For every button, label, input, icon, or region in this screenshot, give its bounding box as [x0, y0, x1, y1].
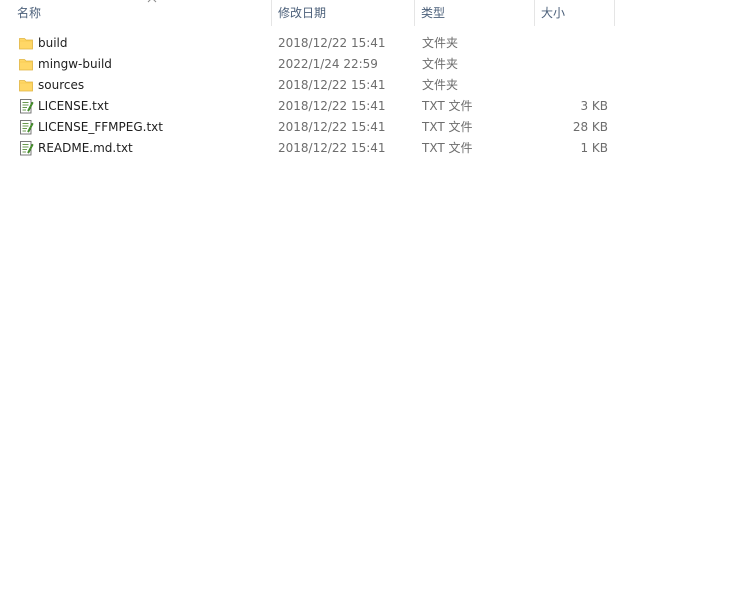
- column-header-date-label: 修改日期: [278, 6, 327, 20]
- text-file-icon: [18, 140, 34, 156]
- folder-icon: [18, 56, 34, 72]
- column-header-date[interactable]: 修改日期: [272, 0, 415, 26]
- file-modified-date: 2018/12/22 15:41: [278, 36, 386, 50]
- file-row[interactable]: LICENSE_FFMPEG.txt 2018/12/22 15:41 TXT 文件…: [0, 117, 733, 138]
- column-header-type[interactable]: 类型: [415, 0, 535, 26]
- folder-icon: [18, 77, 34, 93]
- folder-icon: [18, 35, 34, 51]
- column-header-name[interactable]: 名称: [11, 0, 272, 26]
- file-type: TXT 文件: [422, 120, 473, 134]
- file-name: mingw-build: [38, 57, 112, 71]
- file-modified-date: 2022/1/24 22:59: [278, 57, 378, 71]
- file-modified-date: 2018/12/22 15:41: [278, 120, 386, 134]
- file-size: 1 KB: [580, 141, 608, 155]
- file-explorer-list: 名称 修改日期 类型 大小 build 2018/12/22 15:41 文件夹 m…: [0, 0, 733, 612]
- file-row[interactable]: LICENSE.txt 2018/12/22 15:41 TXT 文件 3 KB: [0, 96, 733, 117]
- file-name: LICENSE_FFMPEG.txt: [38, 120, 163, 134]
- file-size: 3 KB: [580, 99, 608, 113]
- column-header-size[interactable]: 大小: [535, 0, 615, 26]
- file-type: 文件夹: [422, 57, 459, 71]
- file-row[interactable]: build 2018/12/22 15:41 文件夹: [0, 33, 733, 54]
- column-header: 名称 修改日期 类型 大小: [0, 0, 733, 26]
- file-name: README.md.txt: [38, 141, 133, 155]
- column-header-type-label: 类型: [421, 6, 446, 20]
- file-type: 文件夹: [422, 78, 459, 92]
- file-size: 28 KB: [572, 120, 608, 134]
- file-row[interactable]: sources 2018/12/22 15:41 文件夹: [0, 75, 733, 96]
- file-row[interactable]: mingw-build 2022/1/24 22:59 文件夹: [0, 54, 733, 75]
- file-name: build: [38, 36, 68, 50]
- file-type: 文件夹: [422, 36, 459, 50]
- file-row[interactable]: README.md.txt 2018/12/22 15:41 TXT 文件 1 KB: [0, 138, 733, 159]
- file-modified-date: 2018/12/22 15:41: [278, 78, 386, 92]
- column-header-size-label: 大小: [541, 6, 566, 20]
- file-type: TXT 文件: [422, 141, 473, 155]
- file-type: TXT 文件: [422, 99, 473, 113]
- file-modified-date: 2018/12/22 15:41: [278, 99, 386, 113]
- file-name: LICENSE.txt: [38, 99, 109, 113]
- file-name: sources: [38, 78, 85, 92]
- file-list: build 2018/12/22 15:41 文件夹 mingw-build 2022…: [0, 33, 733, 159]
- column-header-name-label: 名称: [17, 6, 42, 20]
- text-file-icon: [18, 119, 34, 135]
- chevron-up-icon: [147, 0, 157, 3]
- file-modified-date: 2018/12/22 15:41: [278, 141, 386, 155]
- text-file-icon: [18, 98, 34, 114]
